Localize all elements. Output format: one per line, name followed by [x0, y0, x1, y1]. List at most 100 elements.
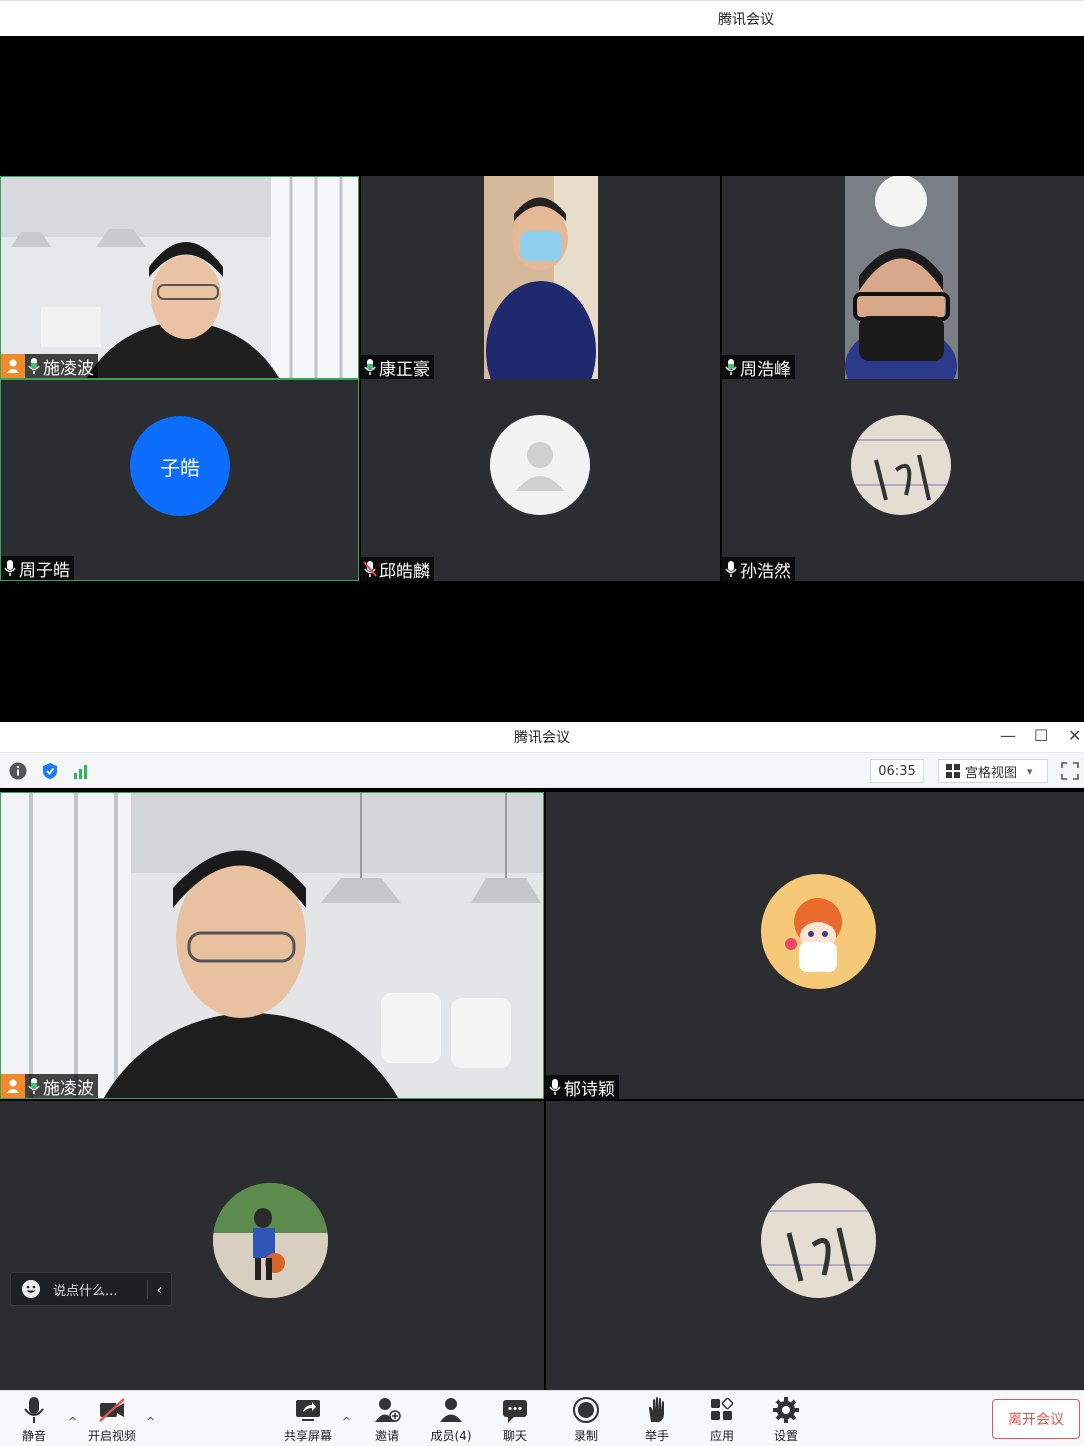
- host-icon: [1, 1074, 25, 1098]
- name-tag: 周子皓: [1, 556, 74, 580]
- chat-bubble-icon: [503, 1400, 527, 1423]
- mic-on-icon: [725, 359, 737, 375]
- video-tile-shilingbo[interactable]: 施凌波: [0, 176, 359, 379]
- camera-feed-office: [1, 793, 543, 1098]
- members-button[interactable]: 成员(4): [421, 1395, 481, 1444]
- raise-hand-icon: [649, 1397, 664, 1422]
- start-video-button[interactable]: 开启视频: [82, 1395, 142, 1444]
- camera-feed-child-black-mask: [845, 176, 958, 379]
- participant-name: 孙浩然: [740, 561, 791, 582]
- raise-hand-button[interactable]: 举手: [627, 1395, 687, 1444]
- handwriting-avatar-icon: [761, 1183, 876, 1298]
- video-tile-basketball-child[interactable]: [0, 1101, 544, 1390]
- apps-icon: [711, 1397, 734, 1420]
- mute-label: 静音: [21, 1429, 46, 1443]
- emoji-icon[interactable]: [21, 1279, 41, 1299]
- mic-on-icon: [28, 358, 40, 374]
- window1-title: 腾讯会议: [718, 12, 774, 28]
- invite-label: 邀请: [374, 1429, 399, 1443]
- photo-avatar-icon: [213, 1183, 328, 1298]
- chevron-down-icon: ▾: [1027, 764, 1033, 778]
- members-icon: [440, 1398, 462, 1422]
- share-screen-button[interactable]: 共享屏幕: [278, 1395, 338, 1444]
- view-mode-dropdown[interactable]: 宫格视图 ▾: [938, 759, 1048, 783]
- participant-name: 施凌波: [43, 1078, 94, 1099]
- camera-off-icon: [99, 1398, 125, 1422]
- info-icon[interactable]: [9, 762, 27, 780]
- chat-label: 聊天: [502, 1429, 527, 1443]
- name-tag: 郁诗颖: [546, 1075, 619, 1099]
- camera-feed-office: [1, 177, 358, 378]
- mic-on-icon: [4, 560, 16, 576]
- mic-on-icon: [364, 359, 376, 375]
- mic-on-icon: [549, 1079, 561, 1095]
- participant-name: 周浩峰: [740, 359, 791, 380]
- grid-view-icon: [946, 764, 960, 778]
- window1-titlebar: 腾讯会议: [0, 0, 1084, 36]
- settings-button[interactable]: 设置: [756, 1395, 816, 1444]
- invite-button[interactable]: 邀请: [357, 1395, 417, 1444]
- name-tag: 孙浩然: [722, 557, 795, 581]
- window2-titlebar: 腾讯会议 — ☐ ✕: [0, 722, 1084, 752]
- participant-name: 康正豪: [379, 359, 430, 380]
- chevron-left-icon[interactable]: ‹: [147, 1279, 171, 1299]
- minimize-button[interactable]: —: [1000, 726, 1016, 745]
- video-tile-qiuhaolin[interactable]: 邱皓麟: [361, 379, 720, 581]
- video-tile-zhouzihao[interactable]: 子皓 周子皓: [0, 379, 359, 581]
- name-tag: 周浩峰: [722, 355, 795, 379]
- invite-icon: [375, 1398, 401, 1422]
- avatar-text: 子皓: [130, 416, 230, 516]
- leave-meeting-button[interactable]: 离开会议: [992, 1399, 1080, 1439]
- participant-name: 邱皓麟: [379, 561, 430, 582]
- start-video-label: 开启视频: [87, 1429, 136, 1443]
- video-tile-handwriting[interactable]: [546, 1101, 1084, 1390]
- video-tile-zhouhaofeng[interactable]: 周浩峰: [722, 176, 1084, 379]
- name-tag: 邱皓麟: [361, 557, 434, 581]
- mic-on-icon: [725, 561, 737, 577]
- participant-name: 施凌波: [43, 358, 94, 379]
- name-tag: 施凌波: [1, 1074, 98, 1098]
- chat-placeholder: 说点什么...: [53, 1283, 118, 1299]
- record-icon: [573, 1397, 599, 1423]
- meeting-timer: 06:35: [870, 759, 924, 783]
- participant-name: 郁诗颖: [564, 1079, 615, 1100]
- share-screen-icon: [296, 1400, 320, 1421]
- fullscreen-icon[interactable]: [1060, 761, 1080, 781]
- microphone-icon: [24, 1397, 44, 1423]
- camera-feed-child-mask: [484, 176, 598, 379]
- apps-label: 应用: [709, 1429, 734, 1443]
- chevron-up-icon[interactable]: ^: [146, 1415, 155, 1428]
- mic-on-icon: [28, 1078, 40, 1094]
- view-mode-label: 宫格视图: [965, 765, 1018, 781]
- video-tile-yushiying[interactable]: 郁诗颖: [546, 792, 1084, 1099]
- meeting-control-bar: 静音 ^ 开启视频 ^ 共享屏幕 ^ 邀请 成员(4) 聊天 录制 举手 应用 …: [0, 1390, 1084, 1446]
- apps-button[interactable]: 应用: [692, 1395, 752, 1444]
- name-tag: 康正豪: [361, 355, 434, 379]
- video-tile-shilingbo-large[interactable]: 施凌波: [0, 792, 544, 1099]
- record-button[interactable]: 录制: [556, 1395, 616, 1444]
- raise-hand-label: 举手: [644, 1429, 669, 1443]
- share-screen-label: 共享屏幕: [283, 1429, 332, 1443]
- quick-chat-input[interactable]: 说点什么... ‹: [10, 1272, 172, 1306]
- chat-button[interactable]: 聊天: [485, 1395, 545, 1444]
- default-avatar-icon: [490, 415, 590, 515]
- host-icon: [1, 354, 25, 378]
- members-label: 成员(4): [430, 1429, 472, 1443]
- chevron-up-icon[interactable]: ^: [68, 1415, 77, 1428]
- record-label: 录制: [573, 1429, 598, 1443]
- maximize-button[interactable]: ☐: [1034, 726, 1048, 745]
- handwriting-avatar-icon: [851, 415, 951, 515]
- security-shield-icon[interactable]: [41, 762, 59, 780]
- video-tile-sunhaoran[interactable]: 孙浩然: [722, 379, 1084, 581]
- cartoon-avatar-icon: [761, 874, 876, 989]
- mic-muted-icon: [363, 561, 377, 577]
- close-button[interactable]: ✕: [1068, 726, 1081, 745]
- settings-label: 设置: [773, 1429, 798, 1443]
- mute-button[interactable]: 静音: [4, 1395, 64, 1444]
- signal-strength-icon[interactable]: [73, 762, 91, 780]
- chevron-up-icon[interactable]: ^: [342, 1415, 351, 1428]
- window2-title: 腾讯会议: [514, 730, 570, 746]
- video-tile-kangzhenghao[interactable]: 康正豪: [361, 176, 720, 379]
- name-tag: 施凌波: [1, 354, 98, 378]
- participant-name: 周子皓: [19, 560, 70, 581]
